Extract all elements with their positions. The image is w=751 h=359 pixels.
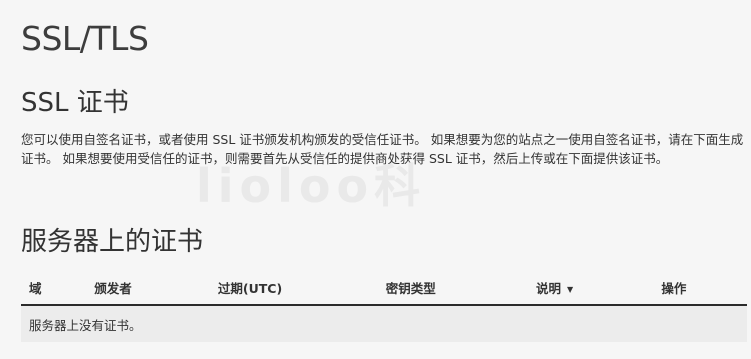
server-certs-title: 服务器上的证书 (21, 227, 204, 257)
page-title: SSL/TLS (21, 19, 149, 58)
caret-down-icon: ▼ (566, 284, 574, 294)
column-header-description[interactable]: 说明 ▼ (527, 270, 654, 306)
column-header-actions: 操作 (653, 270, 747, 306)
empty-message: 服务器上没有证书。 (21, 305, 747, 342)
table-header-row: 域 颁发者 过期(UTC) 密钥类型 说明 ▼ 操作 (21, 270, 747, 306)
column-header-issuer[interactable]: 颁发者 (86, 270, 210, 306)
column-header-key-type[interactable]: 密钥类型 (377, 270, 528, 306)
ssl-tls-page: SSL/TLS SSL 证书 您可以使用自签名证书，或者使用 SSL 证书颁发机… (0, 0, 751, 359)
ssl-description: 您可以使用自签名证书，或者使用 SSL 证书颁发机构颁发的受信任证书。 如果想要… (21, 132, 744, 166)
column-header-description-label: 说明 (535, 280, 561, 296)
column-header-expires[interactable]: 过期(UTC) (209, 270, 378, 306)
column-header-domain[interactable]: 域 (21, 270, 87, 306)
ssl-section-title: SSL 证书 (21, 88, 129, 118)
empty-row: 服务器上没有证书。 (21, 305, 747, 342)
certificates-table: 域 颁发者 过期(UTC) 密钥类型 说明 ▼ 操作 服务器上没有证书。 (21, 270, 747, 342)
